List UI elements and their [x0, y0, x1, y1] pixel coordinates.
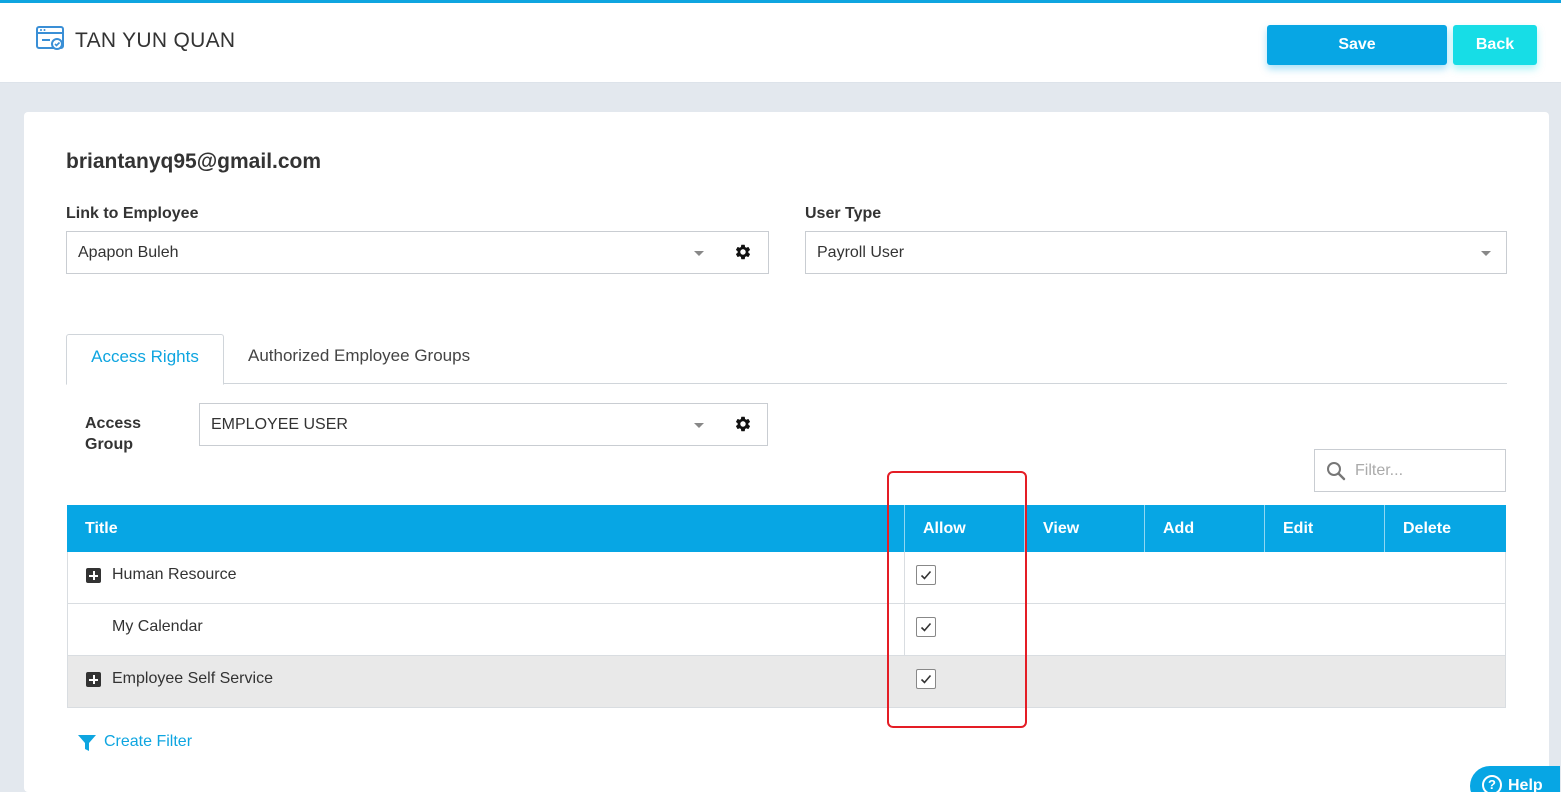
tab-bar: Access Rights Authorized Employee Groups	[66, 334, 1507, 385]
column-header-title[interactable]: Title	[67, 505, 904, 552]
page-title: TAN YUN QUAN	[75, 29, 236, 52]
user-type-select[interactable]: Payroll User	[805, 231, 1507, 274]
grid-header: Title Allow View Add Edit Delete	[67, 505, 1506, 552]
create-filter-label: Create Filter	[104, 733, 193, 750]
user-email: briantanyq95@gmail.com	[66, 150, 322, 173]
expand-plus-icon[interactable]	[86, 672, 101, 687]
link-to-employee-label: Link to Employee	[66, 205, 199, 222]
expand-plus-icon[interactable]	[86, 568, 101, 583]
column-header-delete[interactable]: Delete	[1384, 505, 1506, 552]
funnel-icon	[78, 735, 96, 752]
chevron-down-icon	[1481, 251, 1491, 256]
search-icon	[1326, 461, 1346, 481]
column-header-view[interactable]: View	[1024, 505, 1144, 552]
chevron-down-icon	[694, 251, 704, 256]
gear-icon[interactable]	[734, 415, 752, 433]
row-title: Human Resource	[112, 566, 237, 583]
chevron-down-icon	[694, 423, 704, 428]
row-title: Employee Self Service	[112, 670, 273, 687]
table-row: Employee Self Service	[67, 656, 1506, 708]
link-to-employee-value: Apapon Buleh	[78, 244, 179, 261]
access-group-label: Access Group	[85, 415, 142, 453]
user-account-icon	[36, 25, 66, 53]
access-rights-grid: Title Allow View Add Edit Delete Human R…	[67, 505, 1506, 708]
help-button[interactable]: ? Help	[1470, 766, 1560, 792]
save-button[interactable]: Save	[1267, 25, 1447, 65]
filter-input[interactable]	[1355, 458, 1495, 484]
main-panel: briantanyq95@gmail.com Link to Employee …	[24, 112, 1549, 792]
table-row: My Calendar	[67, 604, 1506, 656]
user-type-label: User Type	[805, 205, 882, 222]
table-row: Human Resource	[67, 552, 1506, 604]
tab-access-rights[interactable]: Access Rights	[66, 334, 224, 385]
filter-search-box	[1314, 449, 1506, 492]
link-to-employee-select[interactable]: Apapon Buleh	[66, 231, 769, 274]
help-label: Help	[1508, 777, 1543, 792]
gear-icon[interactable]	[734, 243, 752, 261]
column-header-edit[interactable]: Edit	[1264, 505, 1384, 552]
row-title: My Calendar	[112, 618, 203, 635]
page-header: TAN YUN QUAN Save Back	[0, 3, 1561, 83]
access-group-select[interactable]: EMPLOYEE USER	[199, 403, 768, 446]
column-header-add[interactable]: Add	[1144, 505, 1264, 552]
question-icon: ?	[1482, 775, 1502, 792]
access-group-value: EMPLOYEE USER	[211, 416, 348, 433]
allow-column-highlight	[887, 471, 1027, 728]
user-type-value: Payroll User	[817, 244, 905, 261]
back-button[interactable]: Back	[1453, 25, 1537, 65]
tab-authorized-employee-groups[interactable]: Authorized Employee Groups	[248, 334, 470, 384]
